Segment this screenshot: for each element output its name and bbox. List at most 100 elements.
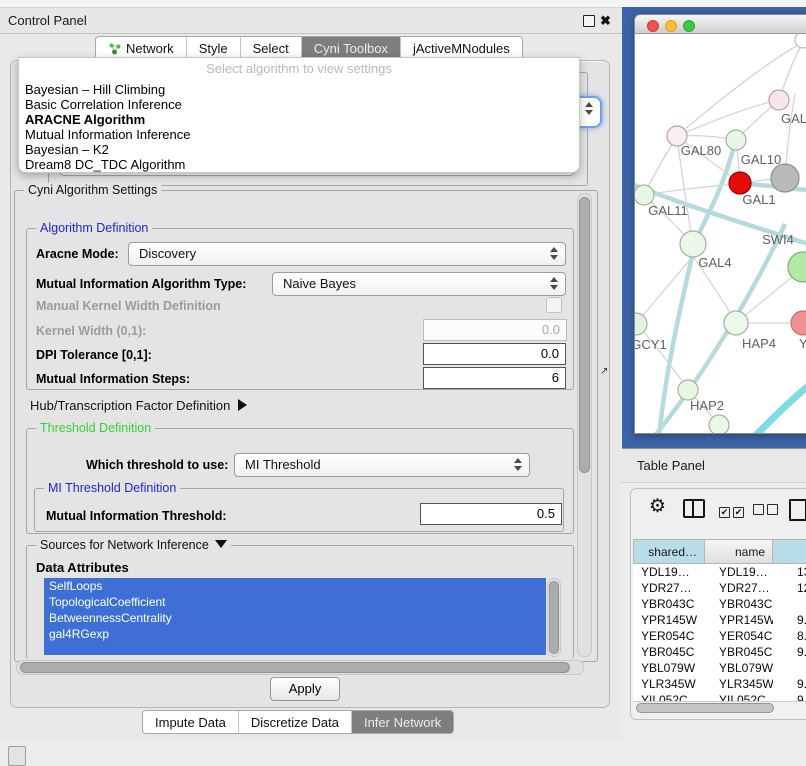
- node-label-gal11: GAL11: [648, 203, 688, 218]
- table-cell: YBR045C: [633, 644, 705, 660]
- algorithm-option-basic-correlation-inference[interactable]: Basic Correlation Inference: [25, 97, 182, 112]
- apply-button[interactable]: Apply: [270, 677, 340, 701]
- table-row[interactable]: YBR045CYBR045C9.: [633, 644, 806, 660]
- network-node-gal[interactable]: [769, 90, 789, 110]
- table-hscrollbar-thumb[interactable]: [636, 703, 774, 713]
- attribute-item-topologicalcoefficient[interactable]: TopologicalCoefficient: [44, 594, 546, 610]
- kernel-width-field[interactable]: 0.0: [423, 319, 567, 341]
- attr-list-scrollbar-track[interactable]: [547, 578, 561, 657]
- network-node-hap4[interactable]: [724, 311, 748, 335]
- table-row[interactable]: YIL052CYIL052C9.: [633, 692, 806, 701]
- tab-network[interactable]: Network: [96, 37, 187, 59]
- attribute-item-gal4rgexp[interactable]: gal4RGexp: [44, 626, 546, 642]
- network-node[interactable]: [709, 415, 729, 433]
- network-node-gcy1[interactable]: [635, 313, 647, 335]
- column-header-name[interactable]: name: [705, 539, 773, 564]
- table-row[interactable]: YBR043CYBR043C: [633, 596, 806, 612]
- columns-icon[interactable]: [683, 499, 705, 518]
- checkbox-empty-icon: [767, 504, 778, 515]
- algorithm-option-bayesian-k2[interactable]: Bayesian – K2: [25, 142, 109, 157]
- table-row[interactable]: YPR145WYPR145W9.: [633, 612, 806, 628]
- mi-threshold-field[interactable]: 0.5: [420, 503, 562, 525]
- dpi-tolerance-field[interactable]: 0.0: [423, 343, 566, 365]
- table-row[interactable]: YDR27…YDR27…12: [633, 580, 806, 596]
- table-cell: YBR045C: [705, 644, 773, 660]
- hub-definition-expander[interactable]: Hub/Transcription Factor Definition: [30, 398, 247, 413]
- dock-restore-icon[interactable]: [8, 746, 26, 766]
- attr-list-scrollbar-thumb[interactable]: [549, 581, 559, 654]
- zoom-traffic-light-icon[interactable]: [683, 20, 695, 32]
- table-rows[interactable]: YDL19…YDL19…13YDR27…YDR27…12YBR043CYBR04…: [633, 564, 806, 701]
- column-header-partial[interactable]: [773, 539, 806, 564]
- algorithm-option-dream8-dc-tdc-algorithm[interactable]: Dream8 DC_TDC Algorithm: [25, 157, 185, 172]
- gear-icon[interactable]: ⚙: [649, 495, 666, 518]
- table-hscrollbar-track[interactable]: [633, 701, 806, 714]
- column-header-shared[interactable]: shared…: [633, 539, 705, 564]
- table-row[interactable]: YER054CYER054C8.: [633, 628, 806, 644]
- tab-cyni-toolbox[interactable]: Cyni Toolbox: [302, 37, 401, 59]
- settings-scrollbar-track[interactable]: [577, 193, 592, 657]
- bottom-tab-discretize-data[interactable]: Discretize Data: [239, 711, 352, 733]
- manual-kernel-checkbox[interactable]: [546, 297, 562, 313]
- settings-hscrollbar-track[interactable]: [16, 660, 584, 675]
- tab-style[interactable]: Style: [187, 37, 241, 59]
- table-cell: YLR345W: [633, 676, 705, 692]
- network-window-titlebar[interactable]: [635, 15, 806, 34]
- node-label-gal10: GAL10: [741, 152, 781, 167]
- checked-boxes-icon[interactable]: ✔✔: [719, 502, 747, 520]
- bottom-tab-infer-network[interactable]: Infer Network: [352, 711, 453, 733]
- attribute-item-selfloops[interactable]: SelfLoops: [44, 578, 546, 594]
- network-node-y[interactable]: [791, 311, 806, 335]
- settings-scrollbar-thumb[interactable]: [579, 197, 590, 473]
- close-traffic-light-icon[interactable]: [647, 20, 659, 32]
- data-attributes-list[interactable]: SelfLoopsTopologicalCoefficientBetweenne…: [44, 578, 546, 655]
- unchecked-boxes-icon[interactable]: [753, 502, 781, 520]
- tab-jactivemnodules[interactable]: jActiveMNodules: [401, 37, 522, 59]
- cyni-algorithm-settings-title: Cyni Algorithm Settings: [24, 183, 161, 197]
- network-canvas[interactable]: GALGAL80GAL10GAL1GAL11SWI4GAL4GCY1HAP4YH…: [635, 34, 806, 433]
- sources-expander[interactable]: Sources for Network Inference: [36, 538, 231, 552]
- network-node-gal11[interactable]: [635, 185, 654, 205]
- document-icon[interactable]: [789, 499, 806, 521]
- node-label-hap4: HAP4: [742, 336, 776, 351]
- table-cell: YBL079W: [633, 660, 705, 676]
- table-cell: 9.: [773, 692, 806, 701]
- attribute-item-betweennesscentrality[interactable]: BetweennessCentrality: [44, 610, 546, 626]
- attribute-item[interactable]: [44, 642, 546, 655]
- mi-steps-field[interactable]: 6: [423, 367, 566, 389]
- which-threshold-combobox[interactable]: MI Threshold: [234, 453, 530, 477]
- table-row[interactable]: YLR345WYLR345W9.: [633, 676, 806, 692]
- minimize-traffic-light-icon[interactable]: [665, 20, 677, 32]
- close-icon[interactable]: ✖: [600, 14, 611, 27]
- hub-definition-label: Hub/Transcription Factor Definition: [30, 398, 230, 413]
- network-node[interactable]: [771, 164, 799, 192]
- network-node-hap2[interactable]: [678, 380, 698, 400]
- network-node-gal4[interactable]: [680, 231, 706, 257]
- aracne-mode-value: Discovery: [139, 246, 196, 261]
- control-panel-titlebar: Control Panel ✖: [0, 8, 622, 34]
- float-icon[interactable]: [583, 15, 595, 27]
- network-node-gal10[interactable]: [726, 130, 746, 150]
- settings-hscrollbar-thumb[interactable]: [20, 662, 570, 673]
- algorithm-definition-title: Algorithm Definition: [36, 221, 152, 235]
- node-label-y: Y: [799, 336, 806, 351]
- tab-style-label: Style: [199, 41, 228, 56]
- data-attributes-label: Data Attributes: [36, 560, 129, 575]
- bottom-tab-impute-data[interactable]: Impute Data: [143, 711, 239, 733]
- aracne-mode-label: Aracne Mode:: [36, 247, 119, 261]
- table-panel-title: Table Panel: [637, 458, 705, 473]
- table-cell: YPR145W: [705, 612, 773, 628]
- tab-select[interactable]: Select: [241, 37, 302, 59]
- mi-threshold-label: Mutual Information Threshold:: [46, 509, 227, 523]
- aracne-mode-combobox[interactable]: Discovery: [128, 242, 566, 266]
- algorithm-option-bayesian-hill-climbing[interactable]: Bayesian – Hill Climbing: [25, 82, 165, 97]
- network-node-gal1[interactable]: [729, 172, 751, 194]
- algorithm-option-mutual-information-inference[interactable]: Mutual Information Inference: [25, 127, 190, 142]
- control-panel-title: Control Panel: [8, 13, 87, 28]
- table-cell: YDL19…: [705, 564, 773, 580]
- bright-teal-edge: [753, 374, 806, 433]
- table-row[interactable]: YBL079WYBL079W: [633, 660, 806, 676]
- table-row[interactable]: YDL19…YDL19…13: [633, 564, 806, 580]
- algorithm-option-aracne-algorithm[interactable]: ARACNE Algorithm: [25, 112, 145, 127]
- mi-type-combobox[interactable]: Naive Bayes: [272, 272, 566, 296]
